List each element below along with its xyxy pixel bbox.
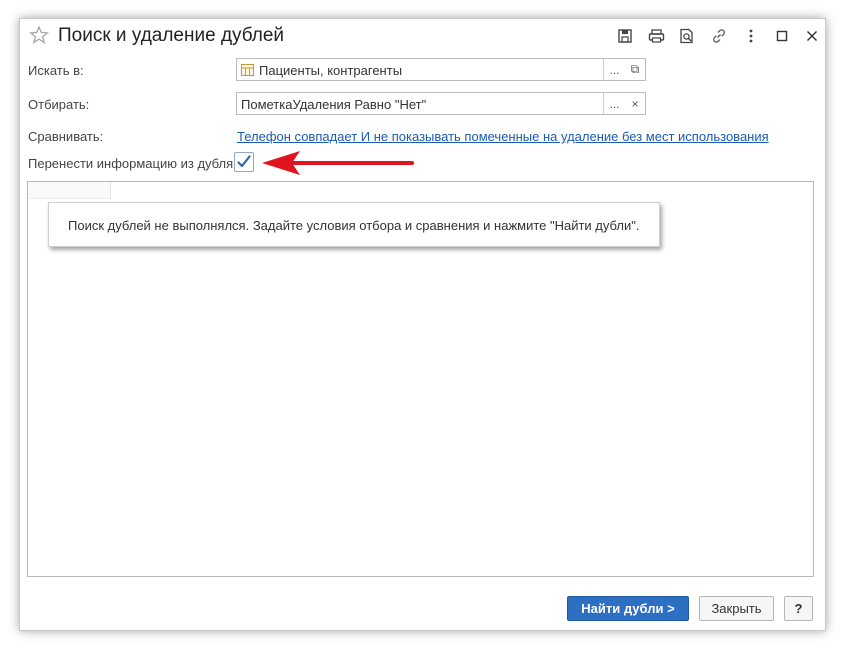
favorite-star-icon[interactable] xyxy=(29,25,49,45)
dialog-window: Поиск и удаление дублей Искать в: Пациен… xyxy=(19,18,826,631)
link-icon[interactable] xyxy=(710,27,728,45)
search-in-label: Искать в: xyxy=(28,63,84,78)
print-icon[interactable] xyxy=(647,27,665,45)
transfer-checkbox[interactable] xyxy=(234,152,254,172)
results-grid-header xyxy=(28,182,111,199)
filter-clear-button[interactable]: × xyxy=(625,92,646,115)
window-title: Поиск и удаление дублей xyxy=(58,25,285,46)
preview-icon[interactable] xyxy=(678,27,696,45)
table-icon xyxy=(241,64,254,76)
search-in-field[interactable]: Пациенты, контрагенты ... xyxy=(236,58,625,81)
status-message: Поиск дублей не выполнялся. Задайте усло… xyxy=(48,202,660,247)
annotation-arrow-icon xyxy=(262,151,414,175)
search-in-value: Пациенты, контрагенты xyxy=(259,63,403,78)
compare-label: Сравнивать: xyxy=(28,129,104,144)
filter-value: ПометкаУдаления Равно "Нет" xyxy=(241,97,427,112)
filter-select-button[interactable]: ... xyxy=(603,93,625,114)
status-message-text: Поиск дублей не выполнялся. Задайте усло… xyxy=(68,218,640,233)
title-bar: Поиск и удаление дублей xyxy=(20,19,825,53)
filter-label: Отбирать: xyxy=(28,97,90,112)
help-button[interactable]: ? xyxy=(784,596,813,621)
compare-conditions-link[interactable]: Телефон совпадает И не показывать помече… xyxy=(237,129,769,144)
duplicates-results-area[interactable]: Поиск дублей не выполнялся. Задайте усло… xyxy=(27,181,814,577)
save-icon[interactable] xyxy=(616,27,634,45)
more-icon[interactable] xyxy=(742,27,760,45)
transfer-label: Перенести информацию из дубля: xyxy=(28,156,237,171)
close-button[interactable]: Закрыть xyxy=(699,596,774,621)
close-icon[interactable] xyxy=(803,27,821,45)
checkmark-icon xyxy=(237,155,251,168)
search-in-select-button[interactable]: ... xyxy=(603,59,625,80)
filter-field[interactable]: ПометкаУдаления Равно "Нет" ... xyxy=(236,92,625,115)
search-in-open-button[interactable]: ⧉ xyxy=(625,58,646,81)
maximize-icon[interactable] xyxy=(773,27,791,45)
find-duplicates-button[interactable]: Найти дубли > xyxy=(567,596,689,621)
